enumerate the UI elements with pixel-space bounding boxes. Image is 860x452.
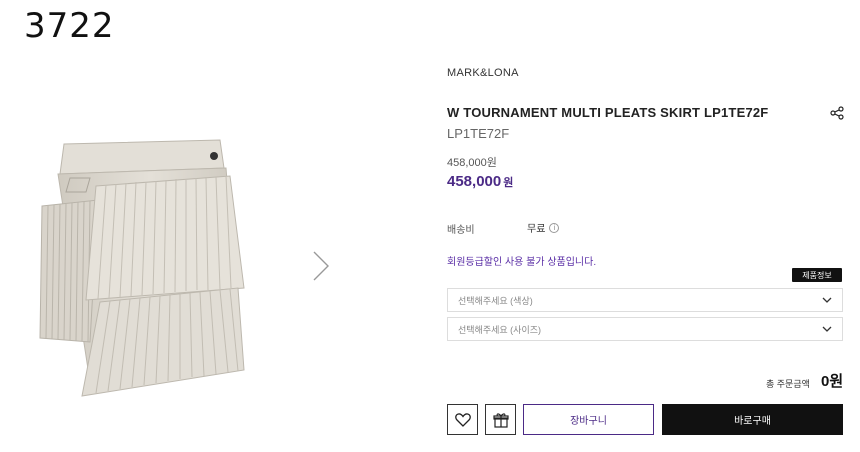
product-info-button[interactable]: 제품정보 bbox=[792, 268, 842, 282]
wishlist-button[interactable] bbox=[447, 404, 478, 435]
shipping-value: 무료 i bbox=[527, 220, 560, 235]
share-icon[interactable] bbox=[830, 106, 844, 120]
add-to-cart-button[interactable]: 장바구니 bbox=[523, 404, 654, 435]
sale-price-unit: 원 bbox=[503, 177, 514, 189]
sale-price: 458,000 원 bbox=[447, 173, 513, 190]
member-discount-notice: 회원등급할인 사용 불가 상품입니다. bbox=[447, 257, 597, 268]
brand-name[interactable]: MARK&LONA bbox=[447, 67, 519, 79]
product-model-code: LP1TE72F bbox=[447, 126, 510, 141]
info-icon[interactable]: i bbox=[549, 222, 560, 233]
color-select-placeholder: 선택해주세요 (색상) bbox=[458, 295, 533, 306]
chevron-down-icon bbox=[822, 326, 832, 332]
image-number-label: 3722 bbox=[24, 6, 115, 46]
sale-price-value: 458,000 bbox=[447, 173, 502, 190]
original-price: 458,000원 bbox=[447, 157, 497, 169]
next-image-chevron-right-icon[interactable] bbox=[308, 248, 334, 284]
size-select[interactable]: 선택해주세요 (사이즈) bbox=[447, 317, 843, 341]
product-title: W TOURNAMENT MULTI PLEATS SKIRT LP1TE72F bbox=[447, 105, 769, 120]
gift-button[interactable] bbox=[485, 404, 516, 435]
chevron-down-icon bbox=[822, 297, 832, 303]
size-select-placeholder: 선택해주세요 (사이즈) bbox=[458, 324, 542, 335]
total-price-value: 0원 bbox=[821, 373, 844, 390]
shipping-label: 배송비 bbox=[447, 225, 475, 236]
gift-icon bbox=[492, 412, 509, 428]
product-image bbox=[30, 120, 270, 410]
total-price-label: 총 주문금액 bbox=[766, 379, 810, 389]
shipping-fee-text: 무료 bbox=[527, 224, 546, 235]
color-select[interactable]: 선택해주세요 (색상) bbox=[447, 288, 843, 312]
buy-now-button[interactable]: 바로구매 bbox=[662, 404, 843, 435]
heart-icon bbox=[454, 412, 471, 427]
